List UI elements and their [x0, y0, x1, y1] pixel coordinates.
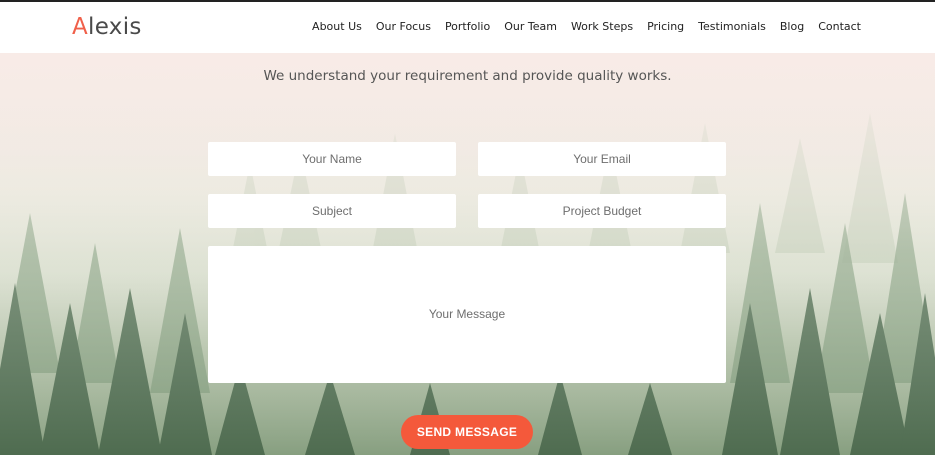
logo-text: lexis — [88, 14, 142, 40]
nav-our-focus[interactable]: Our Focus — [376, 20, 431, 33]
nav-work-steps[interactable]: Work Steps — [571, 20, 633, 33]
message-textarea[interactable] — [208, 246, 726, 383]
nav-pricing[interactable]: Pricing — [647, 20, 684, 33]
logo-letter: A — [72, 14, 89, 40]
nav-our-team[interactable]: Our Team — [504, 20, 557, 33]
nav-portfolio[interactable]: Portfolio — [445, 20, 490, 33]
navbar: Alexis About Us Our Focus Portfolio Our … — [0, 2, 935, 53]
email-input[interactable] — [478, 142, 726, 176]
budget-input[interactable] — [478, 194, 726, 228]
nav-testimonials[interactable]: Testimonials — [698, 20, 766, 33]
brand-logo[interactable]: Alexis — [72, 14, 142, 40]
nav-blog[interactable]: Blog — [780, 20, 804, 33]
subject-input[interactable] — [208, 194, 456, 228]
nav-contact[interactable]: Contact — [818, 20, 861, 33]
send-message-button[interactable]: SEND MESSAGE — [401, 415, 533, 449]
main-nav: About Us Our Focus Portfolio Our Team Wo… — [298, 20, 861, 33]
nav-about-us[interactable]: About Us — [312, 20, 362, 33]
contact-tagline: We understand your requirement and provi… — [263, 68, 672, 84]
contact-section: We understand your requirement and provi… — [0, 53, 935, 455]
name-input[interactable] — [208, 142, 456, 176]
